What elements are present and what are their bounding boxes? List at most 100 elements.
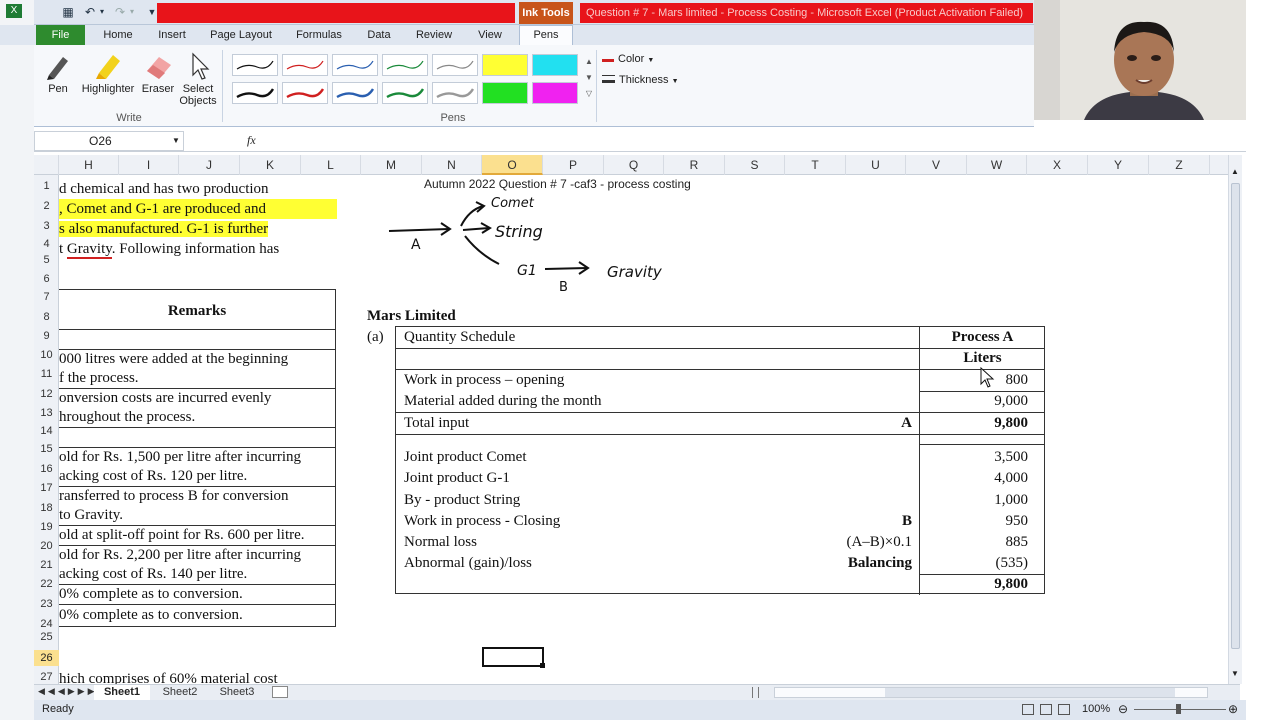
tab-formulas[interactable]: Formulas [290,25,348,45]
row-header[interactable]: 24 [34,618,59,630]
tab-view[interactable]: View [470,25,510,45]
vertical-scrollbar[interactable]: ▲ ▼ [1228,155,1242,684]
insert-sheet-icon[interactable] [272,686,288,698]
sheet-tab-active[interactable]: Sheet1 [94,685,150,700]
undo-dropdown-icon[interactable]: ▾ [98,4,106,20]
row-header[interactable]: 19 [34,521,59,533]
zoom-in-icon[interactable]: ⊕ [1228,702,1238,716]
tab-home[interactable]: Home [98,25,138,45]
pen-button[interactable]: Pen [40,51,76,95]
column-header[interactable]: R [664,155,725,175]
tab-insert[interactable]: Insert [152,25,192,45]
pen-thick-blue[interactable] [332,82,378,104]
column-header[interactable]: J [179,155,240,175]
zoom-slider-thumb[interactable] [1176,704,1181,714]
worksheet-grid[interactable]: d chemical and has two production , Come… [59,175,1228,684]
select-all-corner[interactable] [34,155,59,175]
column-header[interactable]: H [59,155,119,175]
tab-pens[interactable]: Pens [519,25,573,46]
row-header[interactable]: 17 [34,482,59,494]
redo-dropdown-icon[interactable]: ▾ [128,4,136,20]
row-header[interactable]: 10 [34,349,59,361]
column-header[interactable]: M [361,155,422,175]
row-header[interactable]: 23 [34,598,59,610]
scroll-up-icon[interactable]: ▲ [1230,167,1240,179]
row-header[interactable]: 4 [34,238,59,250]
column-header[interactable]: V [906,155,967,175]
column-header[interactable]: I [119,155,179,175]
row-header[interactable]: 7 [34,291,59,303]
tab-file[interactable]: File [36,25,85,45]
sheet-tab[interactable]: Sheet3 [209,685,265,700]
fill-handle[interactable] [540,663,545,668]
page-break-view-icon[interactable] [1058,704,1070,715]
row-header-selected[interactable]: 26 [34,650,59,666]
highlighter-magenta[interactable] [532,82,578,104]
pen-thick-black[interactable] [232,82,278,104]
highlighter-cyan[interactable] [532,54,578,76]
row-header[interactable]: 5 [34,254,59,266]
redo-icon[interactable]: ↷ [112,4,128,20]
zoom-out-icon[interactable]: ⊖ [1118,702,1128,716]
tab-review[interactable]: Review [410,25,458,45]
row-header[interactable]: 1 [34,180,59,192]
save-icon[interactable]: ▦ [60,4,76,20]
select-objects-button[interactable]: Select Objects [178,51,218,107]
row-header[interactable]: 6 [34,273,59,285]
name-box[interactable]: O26 ▼ [34,131,184,151]
horizontal-scrollbar[interactable] [774,687,1208,698]
split-handle[interactable] [752,687,759,698]
color-button[interactable]: Color ▼ [602,51,692,67]
pen-thin-green[interactable] [382,54,428,76]
column-header[interactable]: N [422,155,482,175]
pen-thin-gray[interactable] [432,54,478,76]
row-header[interactable]: 14 [34,425,59,437]
scroll-down-icon[interactable]: ▼ [1230,669,1240,681]
thickness-button[interactable]: Thickness ▼ [602,72,702,88]
row-header[interactable]: 25 [34,631,59,643]
tab-page-layout[interactable]: Page Layout [206,25,276,45]
active-cell-o26[interactable] [482,647,544,667]
scroll-thumb[interactable] [1231,183,1240,649]
row-header[interactable]: 21 [34,559,59,571]
pen-thin-blue[interactable] [332,54,378,76]
column-header[interactable]: X [1027,155,1088,175]
pen-thick-gray[interactable] [432,82,478,104]
row-header[interactable]: 13 [34,407,59,419]
highlighter-yellow[interactable] [482,54,528,76]
row-header[interactable]: 27 [34,671,59,683]
page-layout-view-icon[interactable] [1040,704,1052,715]
row-header[interactable]: 9 [34,330,59,342]
column-header[interactable]: Q [604,155,664,175]
column-header[interactable]: L [301,155,361,175]
tab-data[interactable]: Data [362,25,396,45]
column-header[interactable]: T [785,155,846,175]
row-header[interactable]: 18 [34,502,59,514]
fx-icon[interactable]: fx [247,133,256,148]
horizontal-scroll-thumb[interactable] [885,688,1175,697]
pen-thin-black[interactable] [232,54,278,76]
sheet-nav-icon[interactable]: ◀◀◀▶▶▶ [38,686,98,697]
row-header[interactable]: 3 [34,220,59,232]
column-header[interactable]: Y [1088,155,1149,175]
row-header[interactable]: 22 [34,578,59,590]
column-header[interactable]: Z [1149,155,1210,175]
column-header-selected[interactable]: O [482,155,543,175]
pen-thick-red[interactable] [282,82,328,104]
pen-thin-red[interactable] [282,54,328,76]
eraser-button[interactable]: Eraser [140,51,176,95]
column-header[interactable]: W [967,155,1027,175]
row-header[interactable]: 16 [34,463,59,475]
row-header[interactable]: 20 [34,540,59,552]
highlighter-button[interactable]: Highlighter [78,51,138,95]
pen-thick-green[interactable] [382,82,428,104]
column-header[interactable]: U [846,155,906,175]
formula-input[interactable] [266,131,1246,151]
row-header[interactable]: 8 [34,311,59,323]
row-header[interactable]: 2 [34,200,59,212]
row-header[interactable]: 11 [34,368,59,380]
zoom-level[interactable]: 100% [1082,703,1110,715]
row-header[interactable]: 12 [34,388,59,400]
sheet-tab[interactable]: Sheet2 [152,685,208,700]
undo-icon[interactable]: ↶ [82,4,98,20]
